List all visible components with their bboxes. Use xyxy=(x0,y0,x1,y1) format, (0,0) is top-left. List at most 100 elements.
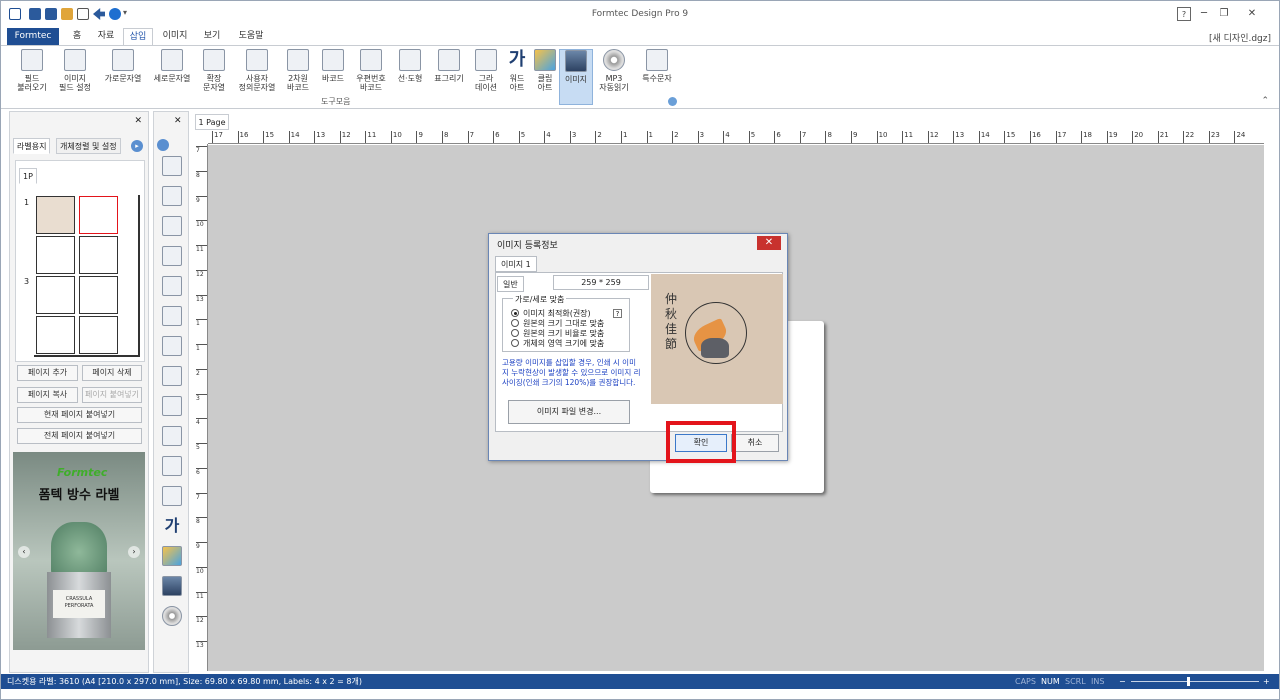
delete-page-button[interactable]: 페이지 삭제 xyxy=(82,365,142,381)
tab-help[interactable]: 도움말 xyxy=(233,28,269,45)
tab-insert[interactable]: 삽입 xyxy=(123,28,153,45)
page-tab-1p[interactable]: 1P xyxy=(19,168,37,184)
tab-data[interactable]: 자료 xyxy=(93,28,119,45)
tool-image-icon[interactable] xyxy=(162,576,182,596)
qr-code-button[interactable]: 2차원 바코드 xyxy=(281,49,315,105)
tab-label-paper[interactable]: 라벨용지 xyxy=(13,138,51,154)
label-cell-5[interactable] xyxy=(36,276,75,314)
label-cell-7[interactable] xyxy=(36,316,75,354)
close-icon[interactable]: ✕ xyxy=(1245,7,1259,21)
field-load-button[interactable]: 필드 불러오기 xyxy=(11,49,53,105)
tool-clip-art-icon[interactable] xyxy=(162,546,182,566)
label-grid xyxy=(34,195,140,357)
add-page-button[interactable]: 페이지 추가 xyxy=(17,365,78,381)
minimize-icon[interactable]: ─ xyxy=(1197,7,1211,21)
ruler-tick-label: 8 xyxy=(196,170,207,179)
help-icon[interactable]: ? xyxy=(1177,7,1191,21)
row-number-1: 1 xyxy=(24,198,30,207)
tool-qr-code-icon[interactable] xyxy=(162,336,182,356)
copy-page-button[interactable]: 페이지 복사 xyxy=(17,387,78,403)
zoom-in-button[interactable]: + xyxy=(1263,674,1270,689)
zoom-out-button[interactable]: − xyxy=(1119,674,1126,689)
ad-next-icon[interactable]: › xyxy=(128,546,140,558)
option-optimize[interactable]: 이미지 최적화(권장) xyxy=(511,309,591,319)
tool-postal-barcode-icon[interactable] xyxy=(162,396,182,416)
custom-text-button[interactable]: 사용자 정의문자열 xyxy=(235,49,279,105)
label-cell-6[interactable] xyxy=(79,276,118,314)
ruler-tick-label: 16 xyxy=(1029,131,1041,143)
label-cell-8[interactable] xyxy=(79,316,118,354)
change-image-file-button[interactable]: 이미지 파일 변경... xyxy=(508,400,630,424)
paste-page-button[interactable]: 페이지 붙여넣기 xyxy=(82,387,142,403)
ruler-tick-label: 1 xyxy=(196,319,207,327)
tool-field-load-icon[interactable] xyxy=(162,156,182,176)
panel-next-icon[interactable]: ▸ xyxy=(131,140,143,152)
toolbox-close-icon[interactable]: ✕ xyxy=(174,116,182,126)
ruler-tick-label: 13 xyxy=(314,131,325,143)
panel-close-icon[interactable]: ✕ xyxy=(134,116,142,126)
cancel-button[interactable]: 취소 xyxy=(731,434,779,452)
extended-text-button[interactable]: 확장 문자열 xyxy=(197,49,231,105)
pot-label: CRASSULA PERFORATA xyxy=(53,590,105,618)
ruler-tick-label: 11 xyxy=(365,131,376,143)
label-cell-2[interactable] xyxy=(79,196,118,234)
tab-formtec[interactable]: Formtec xyxy=(7,28,59,45)
dialog-close-button[interactable]: ✕ xyxy=(757,236,781,250)
image-button[interactable]: 이미지 xyxy=(559,49,593,105)
tool-word-art-icon[interactable]: 가 xyxy=(162,516,182,536)
tool-barcode-icon[interactable] xyxy=(162,366,182,386)
paste-all-pages-button[interactable]: 전체 페이지 붙여넣기 xyxy=(17,428,142,444)
vertical-text-label: 세로문자열 xyxy=(153,74,191,83)
option-fit-area-label: 개체의 영역 크기에 맞춤 xyxy=(523,339,605,348)
tab-general[interactable]: 일반 xyxy=(497,276,524,292)
mp3-button[interactable]: MP3 자동읽기 xyxy=(597,49,631,105)
tool-mp3-icon[interactable] xyxy=(162,606,182,626)
table-button[interactable]: 표그리기 xyxy=(431,49,467,105)
image-icon xyxy=(565,50,587,72)
tool-table-icon[interactable] xyxy=(162,456,182,476)
label-cell-1[interactable] xyxy=(36,196,75,234)
group-settings-icon[interactable] xyxy=(668,97,677,106)
tool-image-field-icon[interactable] xyxy=(162,186,182,206)
tool-horizontal-text-icon[interactable] xyxy=(162,216,182,236)
option-fit-area[interactable]: 개체의 영역 크기에 맞춤 xyxy=(511,339,604,349)
tool-custom-text-icon[interactable] xyxy=(162,306,182,326)
help-button[interactable]: ? xyxy=(613,309,622,318)
ad-banner[interactable]: Formtec 폼텍 방수 라벨 CRASSULA PERFORATA ‹ › xyxy=(13,452,145,650)
tab-object-align[interactable]: 개체정렬 및 설정 xyxy=(56,138,121,154)
zoom-slider-thumb[interactable] xyxy=(1187,677,1190,686)
option-original-ratio[interactable]: 원본의 크기 비율로 맞춤 xyxy=(511,329,604,339)
horizontal-text-button[interactable]: 가로문자열 xyxy=(99,49,147,105)
tool-vertical-text-icon[interactable] xyxy=(162,246,182,266)
tool-shape-icon[interactable] xyxy=(162,426,182,446)
word-art-button[interactable]: 가 워드 아트 xyxy=(503,49,531,105)
page-tab[interactable]: 1 Page xyxy=(195,114,229,130)
option-original-size[interactable]: 원본의 크기 그대로 맞춤 xyxy=(511,319,604,329)
tab-view[interactable]: 보기 xyxy=(199,28,225,45)
image-field-button[interactable]: 이미지 필드 설정 xyxy=(55,49,95,105)
tab-image[interactable]: 이미지 xyxy=(157,28,193,45)
ruler-tick-label: 12 xyxy=(196,269,207,278)
custom-text-icon xyxy=(246,49,268,71)
zoom-slider[interactable] xyxy=(1131,681,1259,682)
image-field-label: 이미지 필드 설정 xyxy=(59,74,91,92)
field-load-label: 필드 불러오기 xyxy=(17,74,47,92)
postal-barcode-label: 우편번호 바코드 xyxy=(356,74,386,92)
tool-extended-text-icon[interactable] xyxy=(162,276,182,296)
collapse-ribbon-icon[interactable]: ⌃ xyxy=(1261,96,1269,106)
label-cell-3[interactable] xyxy=(36,236,75,274)
postal-barcode-button[interactable]: 우편번호 바코드 xyxy=(351,49,391,105)
label-cell-4[interactable] xyxy=(79,236,118,274)
tab-home[interactable]: 홈 xyxy=(65,28,89,45)
vertical-ruler: 7 8 9 10 11 12 13 1 1 2 3 4 5 6 7 8 9 10 11 12 13 xyxy=(195,144,208,671)
vertical-text-button[interactable]: 세로문자열 xyxy=(151,49,193,105)
toolbox-prev-icon[interactable] xyxy=(157,139,169,151)
ad-prev-icon[interactable]: ‹ xyxy=(18,546,30,558)
tool-gradient-icon[interactable] xyxy=(162,486,182,506)
tab-image-1[interactable]: 이미지 1 xyxy=(495,256,537,272)
clip-art-button[interactable]: 클립 아트 xyxy=(531,49,559,105)
gradient-button[interactable]: 그라 데이션 xyxy=(471,49,501,105)
shape-button[interactable]: 선·도형 xyxy=(393,49,427,105)
paste-current-page-button[interactable]: 현재 페이지 붙여넣기 xyxy=(17,407,142,423)
restore-icon[interactable]: ❐ xyxy=(1217,7,1231,21)
